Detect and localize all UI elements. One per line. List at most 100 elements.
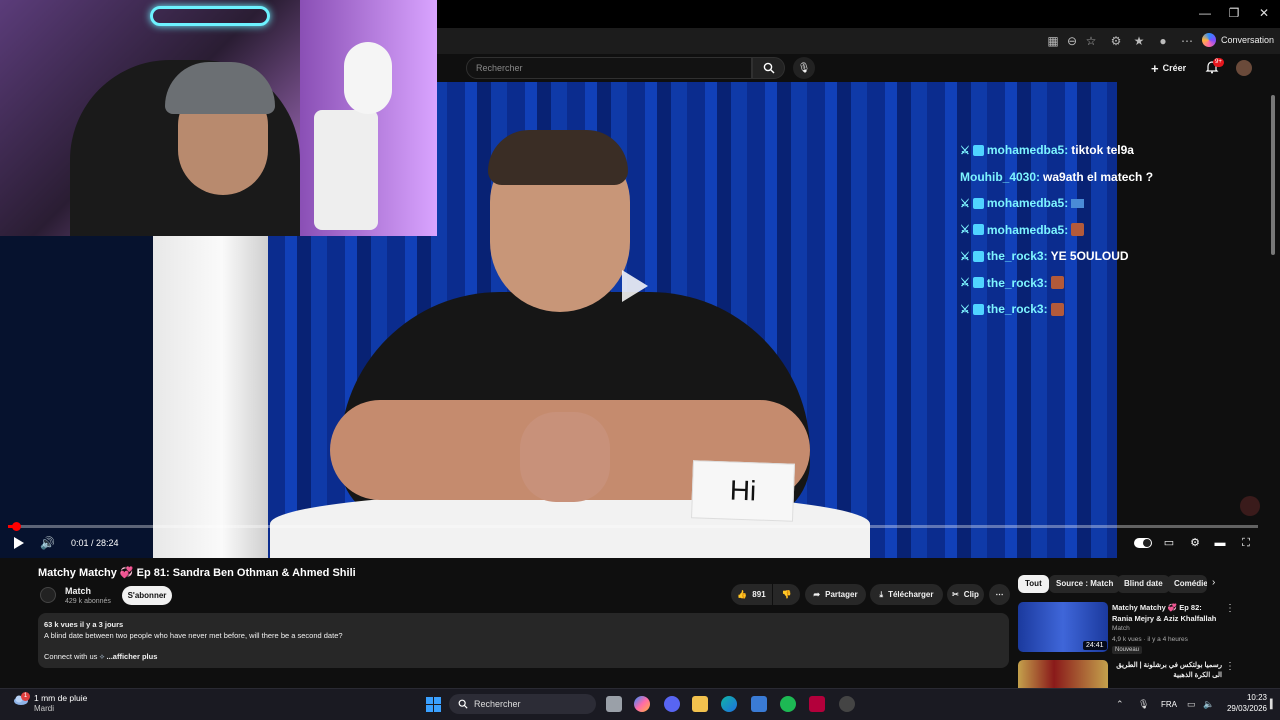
share-button[interactable]: ➦ Partager <box>805 584 866 605</box>
channel-avatar[interactable] <box>40 587 56 603</box>
steelseries-icon[interactable] <box>839 696 855 712</box>
channel-name[interactable]: Match <box>65 586 91 596</box>
chip-comedy[interactable]: Comédie <box>1167 575 1207 593</box>
chevron-up-icon[interactable]: ⌃ <box>1116 699 1124 710</box>
profile-icon[interactable]: ● <box>1155 33 1171 49</box>
voice-search-button[interactable]: 🎙 <box>793 57 815 79</box>
zoom-icon[interactable]: ⊖ <box>1064 33 1080 49</box>
description-connect-line: Connect with us ⟡ ...afficher plus <box>44 652 1003 663</box>
subscriber-badge-icon <box>972 197 984 209</box>
sword-badge-icon: ⚔ <box>960 303 970 316</box>
video-white-panel <box>153 232 268 558</box>
weather-day: Mardi <box>34 704 55 713</box>
file-explorer-icon[interactable] <box>692 696 708 712</box>
search-button[interactable] <box>752 57 785 79</box>
chat-username: the_rock3: <box>986 275 1048 290</box>
sword-badge-icon: ⚔ <box>960 250 970 263</box>
copilot-taskbar-icon[interactable] <box>634 696 650 712</box>
minimize-button[interactable]: — <box>1190 6 1220 20</box>
chat-text: wa9ath el matech ? <box>1043 169 1154 184</box>
extension-icon[interactable]: ⚙ <box>1108 33 1124 49</box>
show-more-link[interactable]: ...afficher plus <box>107 652 158 661</box>
discord-icon[interactable] <box>664 696 680 712</box>
notification-center-icon[interactable]: ▍ <box>1270 699 1277 710</box>
dislike-button[interactable]: 👎 <box>773 584 800 605</box>
microsoft-store-icon[interactable] <box>751 696 767 712</box>
description-box[interactable]: 63 k vues il y a 3 jours A blind date be… <box>38 613 1009 668</box>
chip-source-match[interactable]: Source : Match <box>1049 575 1121 593</box>
network-icon[interactable]: ▭ <box>1187 699 1196 710</box>
subscriber-badge-icon <box>972 277 984 289</box>
tab-grid-icon[interactable]: ▦ <box>1045 33 1061 49</box>
chat-text: YE 5OULOUD <box>1050 249 1129 264</box>
chat-emote-icon <box>1071 198 1085 208</box>
task-view-icon[interactable] <box>606 696 622 712</box>
more-dots-icon: ⋯ <box>995 590 1004 599</box>
search-icon <box>763 62 774 74</box>
chevron-right-icon[interactable]: › <box>1212 577 1215 588</box>
subscriber-badge-icon <box>972 303 984 315</box>
windows-start-icon[interactable] <box>426 697 441 712</box>
channel-watermark-icon[interactable] <box>1240 496 1260 516</box>
play-button[interactable] <box>14 537 24 549</box>
clip-button[interactable]: ✂ Clip <box>947 584 984 605</box>
center-play-icon[interactable] <box>622 270 648 302</box>
recommendation-channel[interactable]: Match <box>1112 625 1130 632</box>
description-line: A blind date between two people who have… <box>44 630 343 640</box>
pin-icon: ⟡ <box>99 651 105 661</box>
fullscreen-icon[interactable]: ⛶ <box>1238 535 1254 551</box>
search-input[interactable]: Rechercher <box>466 57 752 79</box>
recommendation-title[interactable]: Matchy Matchy 💞 Ep 82: Rania Mejry & Azi… <box>1112 603 1222 624</box>
settings-gear-icon[interactable]: ⚙ <box>1187 535 1203 551</box>
chip-all[interactable]: Tout <box>1018 575 1049 593</box>
create-button[interactable]: + Créer <box>1151 60 1186 76</box>
autoplay-toggle[interactable] <box>1134 538 1152 548</box>
description-connect-text: Connect with us <box>44 651 98 661</box>
video-duration: 24:41 <box>1083 641 1107 650</box>
recommendation-title[interactable]: رسميا بولتكس في برشلونة | الطريق الى الك… <box>1112 661 1222 681</box>
page-scrollbar[interactable] <box>1271 95 1275 255</box>
subtitles-icon[interactable]: ▭ <box>1161 535 1177 551</box>
clip-label: Clip <box>963 590 979 599</box>
account-avatar[interactable] <box>1236 60 1252 76</box>
progress-bar-track[interactable] <box>8 525 1258 528</box>
volume-icon[interactable]: 🔊 <box>40 536 55 550</box>
copilot-conversation-button[interactable]: Conversation <box>1202 31 1274 49</box>
share-label: Partager <box>825 590 858 599</box>
progress-scrubber[interactable] <box>12 522 21 531</box>
subscriber-badge-icon <box>972 250 984 262</box>
like-count: 891 <box>752 590 766 599</box>
subscriber-badge-icon <box>972 144 984 156</box>
microphone-icon: 🎙 <box>797 62 811 74</box>
favorite-star-icon[interactable]: ☆ <box>1083 33 1099 49</box>
video-person-hair <box>488 130 628 185</box>
chat-username: the_rock3: <box>986 302 1048 317</box>
recommendation-menu-icon[interactable]: ⋮ <box>1225 603 1235 614</box>
microphone-icon[interactable]: 🎙 <box>1138 699 1149 710</box>
edge-browser-icon[interactable] <box>721 696 737 712</box>
more-actions-button[interactable]: ⋯ <box>989 584 1010 605</box>
chat-emote-icon <box>1071 223 1085 237</box>
more-menu-icon[interactable]: ⋯ <box>1179 33 1195 49</box>
taskbar-search-input[interactable]: Rechercher <box>449 694 596 714</box>
chat-text: tiktok tel9a <box>1071 143 1134 158</box>
close-button[interactable]: ✕ <box>1249 6 1279 20</box>
language-indicator[interactable]: FRA <box>1161 700 1177 709</box>
chip-blind-date[interactable]: Blind date <box>1117 575 1170 593</box>
spotify-icon[interactable] <box>780 696 796 712</box>
recommendation-thumbnail[interactable] <box>1018 660 1108 688</box>
favorites-list-icon[interactable]: ★ <box>1131 33 1147 49</box>
subscribe-button[interactable]: S'abonner <box>122 586 172 605</box>
weather-text[interactable]: 1 mm de pluie <box>34 693 87 703</box>
acrobat-icon[interactable] <box>809 696 825 712</box>
maximize-button[interactable]: ❐ <box>1219 6 1249 20</box>
clock-time[interactable]: 10:23 <box>1223 693 1267 702</box>
like-button[interactable]: 👍 891 <box>731 584 772 605</box>
subscriber-count: 429 k abonnés <box>65 598 111 605</box>
clock-date[interactable]: 29/03/2026 <box>1213 704 1267 713</box>
download-button[interactable]: ⤓ Télécharger <box>870 584 943 605</box>
chat-message: ⚔ the_rock3: YE 5OULOUD <box>960 243 1160 270</box>
share-arrow-icon: ➦ <box>813 590 821 599</box>
theater-mode-icon[interactable]: ▬ <box>1212 535 1228 551</box>
recommendation-menu-icon[interactable]: ⋮ <box>1225 661 1235 672</box>
